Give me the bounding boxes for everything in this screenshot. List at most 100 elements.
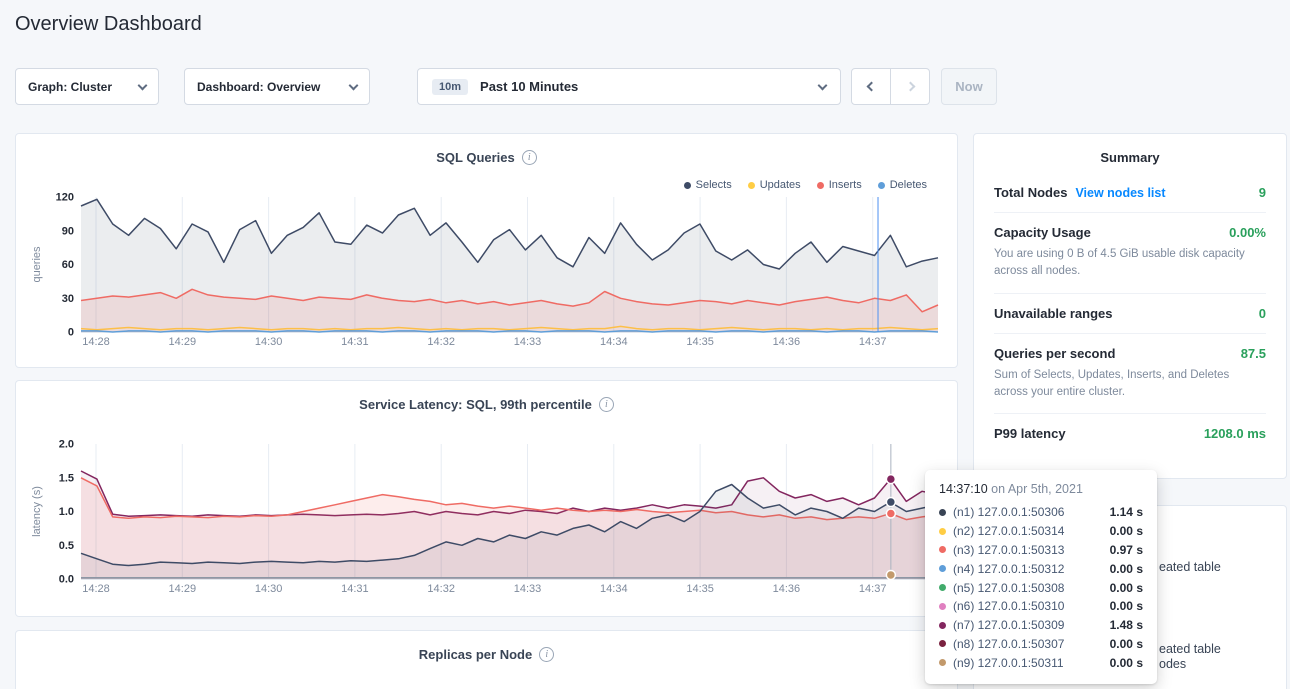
node-color-dot-icon bbox=[939, 528, 946, 535]
service-latency-chart-card: Service Latency: SQL, 99th percentile i … bbox=[15, 380, 958, 617]
time-range-label: Past 10 Minutes bbox=[480, 79, 578, 94]
svg-text:1.5: 1.5 bbox=[59, 472, 74, 484]
tooltip-node-name: (n6) 127.0.0.1:50310 bbox=[953, 599, 1064, 613]
svg-text:14:36: 14:36 bbox=[773, 336, 801, 348]
summary-label: Queries per second bbox=[994, 346, 1115, 361]
node-color-dot-icon bbox=[939, 546, 946, 553]
node-color-dot-icon bbox=[939, 659, 946, 666]
tooltip-node-row: (n3) 127.0.0.1:50313 0.97 s bbox=[939, 541, 1143, 560]
summary-value: 0 bbox=[1259, 306, 1266, 321]
chart-title: SQL Queries bbox=[436, 150, 515, 165]
svg-text:0.0: 0.0 bbox=[59, 574, 74, 586]
tooltip-node-row: (n7) 127.0.0.1:503091.48 s bbox=[939, 616, 1143, 635]
svg-text:0.5: 0.5 bbox=[59, 540, 74, 552]
tooltip-node-name: (n9) 127.0.0.1:50311 bbox=[953, 656, 1064, 670]
tooltip-timestamp: 14:37:10 on Apr 5th, 2021 bbox=[939, 482, 1143, 496]
time-range-pager bbox=[851, 68, 930, 105]
node-color-dot-icon bbox=[939, 509, 946, 516]
node-color-dot-icon bbox=[939, 640, 946, 647]
tooltip-node-name: (n4) 127.0.0.1:50312 bbox=[953, 562, 1064, 576]
chevron-left-icon bbox=[866, 82, 876, 92]
tooltip-node-name: (n8) 127.0.0.1:50307 bbox=[953, 637, 1064, 651]
tooltip-node-row: (n1) 127.0.0.1:50306 1.14 s bbox=[939, 503, 1143, 522]
overview-dashboard-page: Overview Dashboard Graph: Cluster Dashbo… bbox=[0, 0, 1290, 689]
graph-dropdown[interactable]: Graph: Cluster bbox=[15, 68, 159, 105]
tooltip-node-value: 0.00 s bbox=[1110, 637, 1143, 651]
chart-title: Service Latency: SQL, 99th percentile bbox=[359, 397, 592, 412]
page-title: Overview Dashboard bbox=[15, 13, 202, 36]
chevron-down-icon bbox=[138, 80, 148, 90]
svg-text:1.0: 1.0 bbox=[59, 506, 74, 518]
tooltip-node-value: 0.00 s bbox=[1110, 581, 1143, 595]
tooltip-node-row: (n6) 127.0.0.1:50310 0.00 s bbox=[939, 597, 1143, 616]
tooltip-node-row: (n5) 127.0.0.1:503080.00 s bbox=[939, 578, 1143, 597]
chart-hover-tooltip: 14:37:10 on Apr 5th, 2021 (n1) 127.0.0.1… bbox=[925, 470, 1157, 684]
replicas-per-node-chart-card: Replicas per Node i bbox=[15, 630, 958, 689]
svg-text:14:32: 14:32 bbox=[427, 336, 455, 348]
dashboard-dropdown-label: Dashboard: Overview bbox=[197, 80, 320, 94]
summary-label: P99 latency bbox=[994, 426, 1066, 441]
chart-title: Replicas per Node bbox=[419, 647, 532, 662]
summary-label: Capacity Usage bbox=[994, 225, 1091, 240]
svg-text:14:29: 14:29 bbox=[169, 336, 197, 348]
svg-text:30: 30 bbox=[62, 293, 74, 305]
prev-range-button[interactable] bbox=[851, 68, 891, 105]
sql-queries-chart[interactable]: 14:2814:2914:3014:3114:3214:3314:3414:35… bbox=[16, 186, 957, 358]
node-color-dot-icon bbox=[939, 622, 946, 629]
svg-text:90: 90 bbox=[62, 225, 74, 237]
info-icon[interactable]: i bbox=[539, 647, 554, 662]
svg-text:queries: queries bbox=[31, 246, 43, 283]
svg-text:14:37: 14:37 bbox=[859, 583, 887, 595]
tooltip-node-value: 0.97 s bbox=[1110, 543, 1143, 557]
dashboard-dropdown[interactable]: Dashboard: Overview bbox=[184, 68, 370, 105]
summary-value: 87.5 bbox=[1241, 346, 1266, 361]
event-text-fragment: eated table bbox=[1159, 560, 1221, 574]
summary-row: Total Nodes View nodes list 9 bbox=[994, 173, 1266, 213]
summary-row: Unavailable ranges0 bbox=[994, 294, 1266, 334]
summary-panel: Summary Total Nodes View nodes list 9 Capac… bbox=[973, 133, 1287, 479]
tooltip-node-name: (n1) 127.0.0.1:50306 bbox=[953, 505, 1064, 519]
now-button[interactable]: Now bbox=[941, 68, 997, 105]
summary-row: P99 latency1208.0 ms bbox=[994, 414, 1266, 453]
graph-dropdown-label: Graph: Cluster bbox=[28, 80, 112, 94]
tooltip-node-row: (n4) 127.0.0.1:503120.00 s bbox=[939, 559, 1143, 578]
event-text-fragment: eated table bbox=[1159, 642, 1221, 656]
svg-text:14:36: 14:36 bbox=[773, 583, 801, 595]
tooltip-node-value: 1.48 s bbox=[1110, 618, 1143, 632]
event-text-fragment: odes bbox=[1159, 657, 1186, 671]
svg-text:14:28: 14:28 bbox=[82, 336, 110, 348]
tooltip-node-value: 0.00 s bbox=[1110, 656, 1143, 670]
tooltip-node-row: (n9) 127.0.0.1:50311 0.00 s bbox=[939, 653, 1143, 672]
sql-queries-chart-card: SQL Queries i SelectsUpdatesInsertsDelet… bbox=[15, 133, 958, 368]
svg-text:14:30: 14:30 bbox=[255, 583, 283, 595]
svg-text:14:33: 14:33 bbox=[514, 336, 542, 348]
tooltip-node-value: 1.14 s bbox=[1110, 505, 1143, 519]
svg-text:14:29: 14:29 bbox=[169, 583, 197, 595]
svg-text:14:31: 14:31 bbox=[341, 336, 369, 348]
service-latency-chart[interactable]: 14:2814:2914:3014:3114:3214:3314:3414:35… bbox=[16, 433, 957, 605]
chevron-right-icon bbox=[905, 82, 915, 92]
svg-text:14:31: 14:31 bbox=[341, 583, 369, 595]
tooltip-node-row: (n2) 127.0.0.1:503140.00 s bbox=[939, 522, 1143, 541]
tooltip-node-value: 0.00 s bbox=[1110, 599, 1143, 613]
tooltip-node-name: (n2) 127.0.0.1:50314 bbox=[953, 524, 1064, 538]
summary-label: Total Nodes bbox=[994, 185, 1067, 200]
info-icon[interactable]: i bbox=[522, 150, 537, 165]
info-icon[interactable]: i bbox=[599, 397, 614, 412]
svg-text:120: 120 bbox=[56, 192, 74, 204]
summary-row: Capacity Usage0.00%You are using 0 B of … bbox=[994, 213, 1266, 294]
svg-text:14:30: 14:30 bbox=[255, 336, 283, 348]
tooltip-node-name: (n3) 127.0.0.1:50313 bbox=[953, 543, 1064, 557]
summary-row: Queries per second87.5Sum of Selects, Up… bbox=[994, 334, 1266, 415]
svg-text:60: 60 bbox=[62, 259, 74, 271]
time-range-picker[interactable]: 10m Past 10 Minutes bbox=[417, 68, 841, 105]
view-nodes-list-link[interactable]: View nodes list bbox=[1075, 186, 1165, 200]
svg-text:14:33: 14:33 bbox=[514, 583, 542, 595]
summary-title: Summary bbox=[974, 134, 1286, 173]
summary-value: 9 bbox=[1259, 185, 1266, 200]
svg-text:14:28: 14:28 bbox=[82, 583, 110, 595]
svg-text:latency (s): latency (s) bbox=[31, 486, 43, 537]
node-color-dot-icon bbox=[939, 603, 946, 610]
next-range-button[interactable] bbox=[890, 68, 930, 105]
svg-text:14:35: 14:35 bbox=[686, 583, 714, 595]
